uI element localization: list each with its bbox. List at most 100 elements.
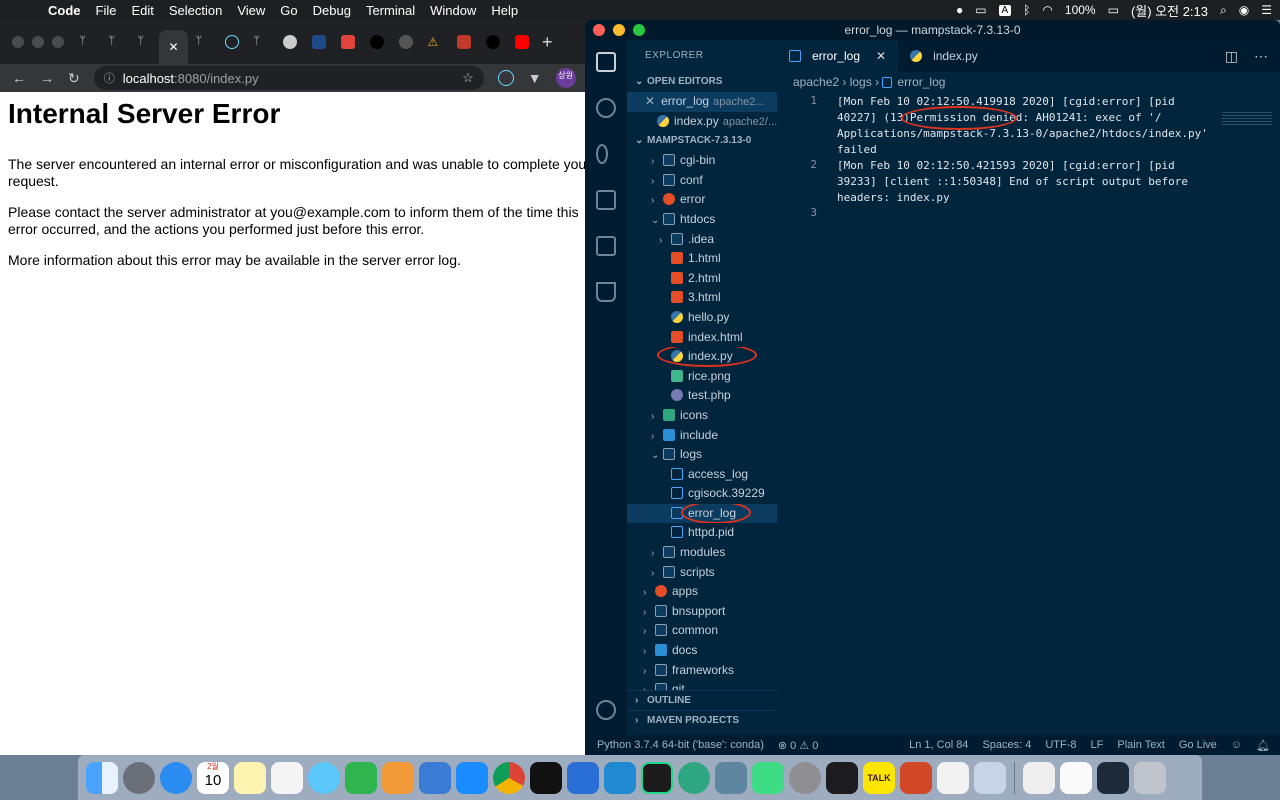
browser-tab-active[interactable]: ✕ — [159, 30, 188, 64]
browser-tab[interactable] — [507, 27, 536, 57]
browser-tab[interactable] — [391, 27, 420, 57]
finder-icon[interactable] — [86, 761, 118, 794]
chat-icon[interactable]: ● — [956, 3, 963, 17]
browser-tab[interactable]: ᛘ — [101, 27, 130, 57]
tree-folder[interactable]: › common — [627, 621, 777, 641]
browser-tab[interactable]: ᛘ — [188, 27, 217, 57]
settings-gear-icon[interactable] — [596, 700, 616, 720]
browser-tab[interactable] — [362, 27, 391, 57]
tree-folder[interactable]: › frameworks — [627, 661, 777, 681]
notes-icon[interactable] — [234, 761, 266, 794]
menu-terminal[interactable]: Terminal — [366, 3, 424, 18]
minimap[interactable] — [1222, 112, 1272, 126]
pycharm-icon[interactable] — [641, 761, 673, 794]
activity-monitor-icon[interactable] — [826, 761, 858, 794]
tree-file[interactable]: 3.html — [627, 288, 777, 308]
menu-view[interactable]: View — [237, 3, 274, 18]
tree-folder[interactable]: › git — [627, 680, 777, 691]
zoom-window-button[interactable] — [633, 24, 645, 36]
close-tab-icon[interactable]: ✕ — [168, 40, 178, 54]
chrome-icon[interactable] — [493, 761, 525, 794]
numbers-icon[interactable] — [345, 761, 377, 794]
tree-folder[interactable]: › .idea — [627, 230, 777, 250]
textedit-icon[interactable] — [271, 761, 303, 794]
breadcrumb-item[interactable]: logs — [850, 75, 872, 89]
tree-file[interactable]: index.py — [627, 347, 777, 367]
forward-icon[interactable]: → — [40, 70, 54, 86]
open-editor-item[interactable]: ✕ error_log apache2... — [627, 92, 777, 112]
tree-folder[interactable]: › icons — [627, 406, 777, 426]
tree-file[interactable]: access_log — [627, 465, 777, 485]
tree-folder[interactable]: › docs — [627, 641, 777, 661]
tree-folder[interactable]: ⌄ logs — [627, 445, 777, 465]
testing-icon[interactable] — [596, 282, 616, 302]
recent-file-icon[interactable] — [1023, 761, 1055, 794]
breadcrumb-item[interactable]: error_log — [897, 75, 945, 89]
close-window-button[interactable] — [12, 36, 24, 48]
menu-debug[interactable]: Debug — [313, 3, 360, 18]
tree-file[interactable]: cgisock.39229 — [627, 484, 777, 504]
browser-tab[interactable] — [275, 27, 304, 57]
system-preferences-icon[interactable] — [789, 761, 821, 794]
screenshot-thumbnail-icon[interactable] — [1097, 761, 1129, 794]
browser-tab[interactable]: ⚠ — [420, 27, 449, 57]
go-live-button[interactable]: Go Live — [1179, 739, 1217, 752]
menu-clock[interactable]: (월) 오전 2:13 — [1131, 1, 1208, 20]
safari-icon[interactable] — [160, 761, 192, 794]
menu-edit[interactable]: Edit — [131, 3, 162, 18]
siri-icon[interactable]: ◉ — [1239, 3, 1249, 17]
mysql-workbench-icon[interactable] — [715, 761, 747, 794]
utility-icon[interactable] — [974, 761, 1006, 794]
terminal-icon[interactable] — [530, 761, 562, 794]
tree-folder[interactable]: › modules — [627, 543, 777, 563]
browser-tab[interactable] — [333, 27, 362, 57]
problems-count[interactable]: ⊗ 0 ⚠ 0 — [778, 739, 818, 752]
browser-tab[interactable]: ᛘ — [72, 27, 101, 57]
notification-center-icon[interactable]: ☰ — [1261, 3, 1272, 17]
tree-folder[interactable]: › error — [627, 190, 777, 210]
display-icon[interactable]: ▭ — [975, 3, 986, 17]
tree-file[interactable]: hello.py — [627, 308, 777, 328]
tree-folder[interactable]: › include — [627, 426, 777, 446]
powerpoint-icon[interactable] — [900, 761, 932, 794]
tree-file[interactable]: index.html — [627, 328, 777, 348]
minimize-window-button[interactable] — [613, 24, 625, 36]
input-source-icon[interactable]: A — [998, 4, 1012, 16]
explorer-icon[interactable] — [596, 52, 616, 72]
open-editors-section[interactable]: ⌄ OPEN EDITORS — [627, 72, 777, 92]
browser-tab[interactable] — [304, 27, 333, 57]
browser-tab[interactable]: ᛘ — [130, 27, 159, 57]
app-store-icon[interactable] — [456, 761, 488, 794]
browser-tab[interactable] — [449, 27, 478, 57]
browser-tab[interactable] — [217, 27, 246, 57]
feedback-icon[interactable]: ☺ — [1231, 739, 1242, 752]
android-studio-icon[interactable] — [752, 761, 784, 794]
menu-selection[interactable]: Selection — [169, 3, 231, 18]
address-bar[interactable]: ⓘ localhost :8080/index.py ☆ — [93, 66, 484, 90]
preview-icon[interactable] — [382, 761, 414, 794]
split-editor-icon[interactable]: ◫ — [1225, 40, 1238, 72]
tab-index-py[interactable]: index.py — [898, 40, 990, 72]
recent-file-icon[interactable] — [1060, 761, 1092, 794]
reload-icon[interactable]: ↻ — [68, 70, 80, 87]
tree-folder[interactable]: › bnsupport — [627, 602, 777, 622]
kakaotalk-icon[interactable]: TALK — [863, 761, 895, 794]
maven-section[interactable]: › MAVEN PROJECTS — [627, 710, 777, 730]
bookmark-star-icon[interactable]: ☆ — [462, 70, 474, 86]
browser-tab[interactable] — [478, 27, 507, 57]
tree-file[interactable]: rice.png — [627, 367, 777, 387]
minimize-window-button[interactable] — [32, 36, 44, 48]
close-icon[interactable]: ✕ — [876, 40, 886, 72]
document-icon[interactable] — [937, 761, 969, 794]
breadcrumb-item[interactable]: apache2 — [793, 75, 839, 89]
menu-go[interactable]: Go — [280, 3, 306, 18]
cursor-position[interactable]: Ln 1, Col 84 — [909, 739, 968, 752]
outline-section[interactable]: › OUTLINE — [627, 690, 777, 710]
tree-folder[interactable]: › conf — [627, 171, 777, 191]
tree-folder[interactable]: › cgi-bin — [627, 151, 777, 171]
open-editor-item[interactable]: index.py apache2/... — [627, 112, 777, 132]
vue-devtools-icon[interactable]: ▼ — [528, 70, 542, 86]
menu-file[interactable]: File — [96, 3, 126, 18]
vscode-icon[interactable] — [604, 761, 636, 794]
tree-file[interactable]: test.php — [627, 386, 777, 406]
